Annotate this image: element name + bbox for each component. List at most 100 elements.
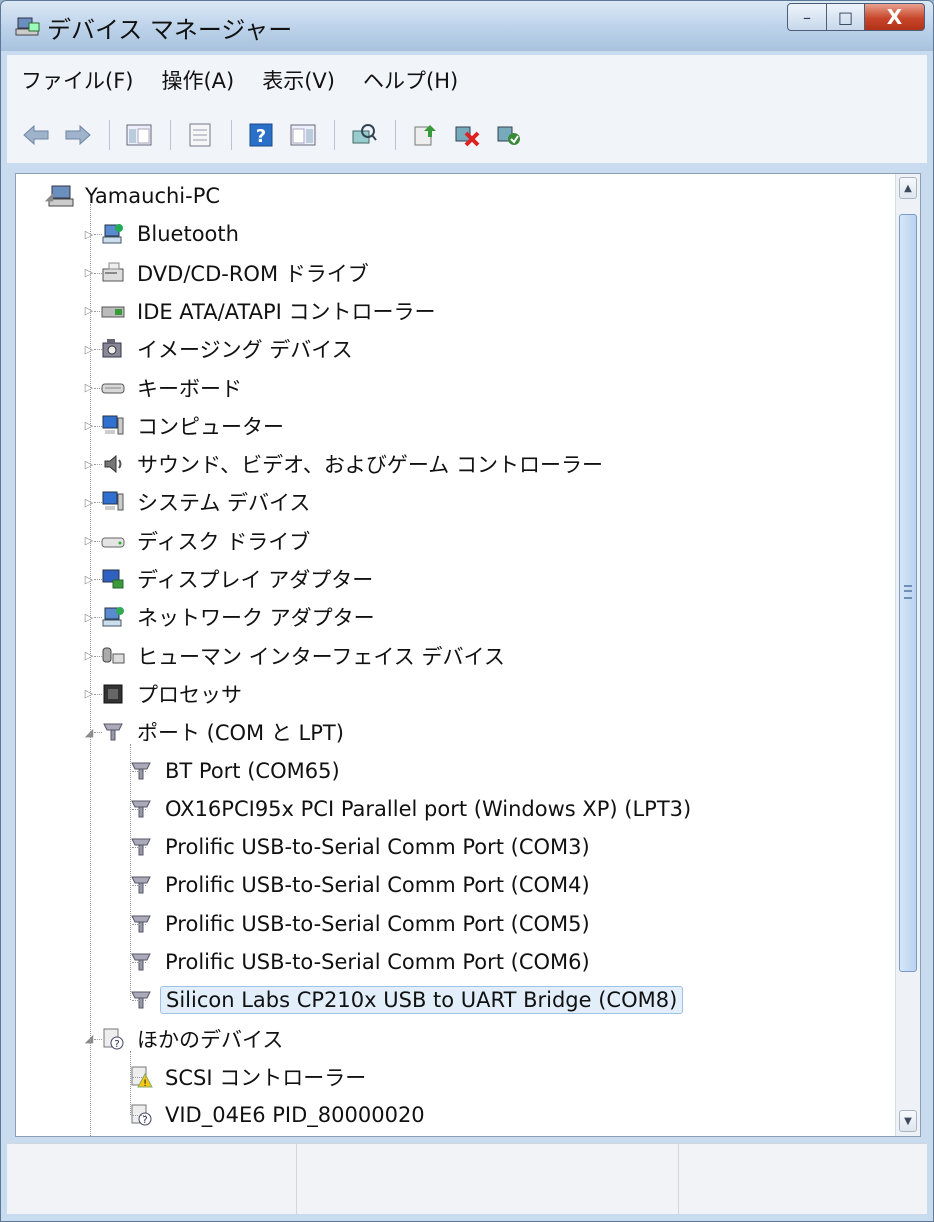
tree-item-label: SCSI コントローラー	[165, 1065, 367, 1090]
tree-category-item[interactable]: ▷マウスとそのほかのポインティング デバイス	[88, 1136, 566, 1137]
vertical-scrollbar[interactable]: ▲ ▼	[895, 174, 920, 1136]
tree-device-item[interactable]: Silicon Labs CP210x USB to UART Bridge (…	[128, 982, 684, 1018]
tree-category-item[interactable]: ▷ ディスプレイ アダプター	[85, 561, 378, 597]
scroll-down-button[interactable]: ▼	[899, 1110, 917, 1132]
tree-category-item[interactable]: ▷ システム デバイス	[85, 484, 315, 520]
keyboard-icon	[100, 376, 126, 400]
tree-device-item[interactable]: OX16PCI95x PCI Parallel port (Windows XP…	[128, 791, 696, 827]
tree-connector	[132, 808, 146, 810]
tree-item-label: IDE ATA/ATAPI コントローラー	[137, 299, 436, 324]
tree-connector	[94, 732, 102, 734]
tree-item-label: ディスプレイ アダプター	[137, 568, 374, 592]
tree-category-item[interactable]: ▷ サウンド、ビデオ、およびゲーム コントローラー	[85, 446, 608, 482]
scroll-thumb[interactable]	[899, 214, 917, 972]
toolbar-separator	[109, 120, 110, 150]
title-bar[interactable]: デバイス マネージャー – □ X	[1, 1, 933, 51]
help-icon[interactable]: ?	[246, 120, 276, 150]
expand-toggle[interactable]: ▷	[84, 573, 94, 586]
tree-category-item[interactable]: ▷ プロセッサ	[85, 676, 247, 712]
tree-root-label: Yamauchi-PC	[85, 184, 221, 208]
tree-item-label: プロセッサ	[137, 682, 242, 707]
tree-device-item[interactable]: Prolific USB-to-Serial Comm Port (COM6)	[128, 944, 595, 980]
status-pane	[7, 1144, 297, 1214]
tree-connector	[132, 1115, 146, 1117]
tree-item-label: Prolific USB-to-Serial Comm Port (COM4)	[165, 873, 590, 898]
tree-category-item[interactable]: ▷ キーボード	[85, 370, 247, 406]
update-driver-icon[interactable]	[410, 120, 440, 150]
minimize-button[interactable]: –	[787, 3, 827, 31]
tree-category-item[interactable]: ▷ ヒューマン インターフェイス デバイス	[85, 638, 510, 674]
expand-toggle[interactable]: ▷	[84, 266, 94, 279]
tree-item-label: Silicon Labs CP210x USB to UART Bridge (…	[160, 986, 684, 1015]
tree-connector	[94, 579, 102, 580]
expand-toggle[interactable]: ▷	[84, 458, 94, 471]
toolbar-separator	[170, 120, 171, 150]
expand-toggle[interactable]: ▷	[84, 687, 94, 700]
device-tree[interactable]: ◢ Yamauchi-PC ▷ Bluetooth ▷ DVD/CD-ROM ドライブ…	[15, 173, 921, 1137]
back-arrow-icon[interactable]	[21, 120, 51, 150]
menu-file[interactable]: ファイル(F)	[7, 55, 147, 107]
tree-category-item[interactable]: ◢? ほかのデバイス	[85, 1021, 288, 1057]
tree-device-item[interactable]: ! SCSI コントローラー	[128, 1059, 371, 1095]
tree-item-label: Prolific USB-to-Serial Comm Port (COM6)	[165, 950, 590, 974]
speaker-icon	[100, 452, 126, 476]
expand-toggle[interactable]: ▷	[84, 534, 94, 547]
tree-device-item[interactable]: Prolific USB-to-Serial Comm Port (COM3)	[128, 829, 595, 865]
tree-category-item[interactable]: ▷ コンピューター	[85, 408, 289, 444]
menu-view[interactable]: 表示(V)	[248, 55, 349, 107]
expand-toggle[interactable]: ◢	[44, 190, 54, 203]
processor-icon	[100, 682, 126, 706]
tree-device-item[interactable]: Prolific USB-to-Serial Comm Port (COM4)	[128, 867, 595, 903]
tree-connector	[132, 770, 146, 772]
tree-connector	[94, 272, 102, 274]
expand-toggle[interactable]: ◢	[84, 1032, 94, 1045]
expand-toggle[interactable]: ▷	[84, 496, 94, 509]
tree-item-label: コンピューター	[137, 414, 284, 439]
bluetooth-device-icon	[100, 222, 126, 246]
scan-hardware-icon[interactable]	[349, 120, 379, 150]
console-view-icon[interactable]	[288, 120, 318, 150]
properties-icon[interactable]	[185, 120, 215, 150]
tree-category-item[interactable]: ▷ イメージング デバイス	[85, 331, 358, 367]
tree-item-label: イメージング デバイス	[137, 338, 353, 363]
tree-device-item[interactable]: ? VID_04E6 PID_80000020	[128, 1097, 430, 1133]
menu-help[interactable]: ヘルプ(H)	[349, 55, 472, 107]
tree-category-item[interactable]: ▷ DVD/CD-ROM ドライブ	[85, 255, 374, 291]
expand-toggle[interactable]: ▷	[84, 228, 94, 241]
tree-root[interactable]: ◢ Yamauchi-PC	[45, 178, 225, 214]
tree-item-label: サウンド、ビデオ、およびゲーム コントローラー	[137, 453, 603, 478]
tree-category-item[interactable]: ▷ Bluetooth	[85, 216, 244, 252]
tree-item-label: ポート (COM と LPT)	[137, 721, 344, 746]
scroll-up-button[interactable]: ▲	[899, 177, 917, 199]
tree-category-item[interactable]: ▷ ディスク ドライブ	[85, 523, 315, 559]
tree-device-item[interactable]: Prolific USB-to-Serial Comm Port (COM5)	[128, 906, 595, 942]
expand-toggle[interactable]: ◢	[84, 726, 94, 739]
tree-item-label: ディスク ドライブ	[137, 529, 311, 554]
tree-category-item[interactable]: ▷ IDE ATA/ATAPI コントローラー	[85, 293, 441, 329]
tree-connector	[132, 847, 146, 849]
toolbar-separator	[231, 120, 232, 150]
tree-item-label: Bluetooth	[137, 222, 239, 247]
forward-arrow-icon[interactable]	[63, 120, 93, 150]
close-button[interactable]: X	[865, 3, 925, 31]
expand-toggle[interactable]: ▷	[84, 611, 94, 624]
console-tree-icon[interactable]	[124, 120, 154, 150]
expand-toggle[interactable]: ▷	[84, 343, 94, 356]
tree-category-item[interactable]: ▷ ネットワーク アダプター	[85, 599, 380, 635]
expand-toggle[interactable]: ▷	[84, 304, 94, 317]
tree-item-label: ネットワーク アダプター	[137, 606, 375, 631]
menu-action[interactable]: 操作(A)	[147, 55, 248, 107]
tree-connector	[90, 204, 91, 1136]
tree-device-item[interactable]: BT Port (COM65)	[128, 753, 345, 789]
toolbar-separator	[395, 120, 396, 150]
expand-toggle[interactable]: ▷	[84, 649, 94, 662]
expand-toggle[interactable]: ▷	[84, 381, 94, 394]
maximize-button[interactable]: □	[827, 3, 865, 31]
disk-drive-icon	[100, 529, 126, 553]
tree-category-item[interactable]: ◢ ポート (COM と LPT)	[85, 714, 349, 750]
expand-toggle[interactable]: ▷	[84, 419, 94, 432]
enable-device-icon[interactable]	[494, 120, 524, 150]
tree-connector	[94, 349, 102, 351]
uninstall-icon[interactable]	[452, 120, 482, 150]
tree-connector	[94, 464, 102, 466]
